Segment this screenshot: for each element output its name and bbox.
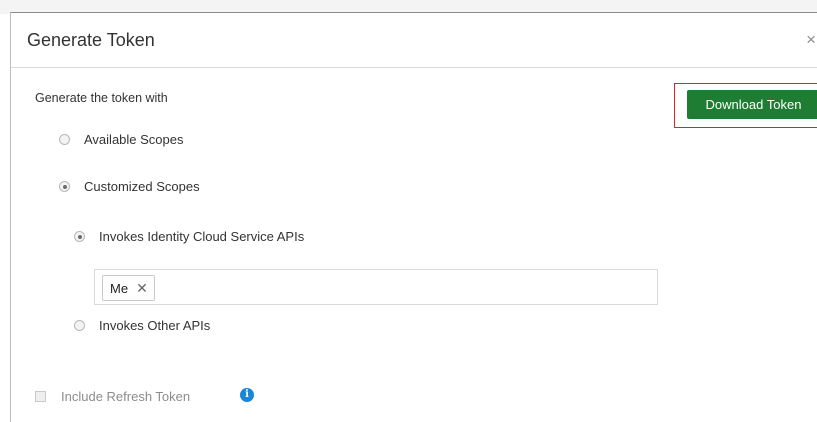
other-apis-radio[interactable]	[74, 320, 85, 331]
download-token-highlight: Download Token	[674, 83, 817, 128]
available-scopes-option[interactable]: Available Scopes	[59, 132, 184, 147]
dialog-header: Generate Token ×	[11, 13, 817, 68]
generate-with-label: Generate the token with	[35, 91, 168, 105]
customized-scopes-radio[interactable]	[59, 181, 70, 192]
scope-tag-input[interactable]: Me ✕	[94, 269, 658, 305]
include-refresh-token-option[interactable]: Include Refresh Token	[35, 389, 190, 404]
available-scopes-radio[interactable]	[59, 134, 70, 145]
identity-cloud-apis-radio[interactable]	[74, 231, 85, 242]
info-icon[interactable]: i	[240, 388, 254, 402]
remove-tag-icon[interactable]: ✕	[136, 280, 148, 297]
download-token-button[interactable]: Download Token	[687, 90, 817, 119]
include-refresh-token-checkbox[interactable]	[35, 391, 46, 402]
customized-scopes-option[interactable]: Customized Scopes	[59, 179, 200, 194]
generate-token-dialog: Generate Token × Generate the token with…	[10, 12, 817, 422]
identity-cloud-apis-label: Invokes Identity Cloud Service APIs	[99, 229, 305, 244]
other-apis-option[interactable]: Invokes Other APIs	[74, 318, 210, 333]
include-refresh-token-label: Include Refresh Token	[61, 389, 191, 404]
identity-cloud-apis-option[interactable]: Invokes Identity Cloud Service APIs	[74, 229, 304, 244]
customized-scopes-label: Customized Scopes	[84, 179, 200, 194]
scope-tag-label: Me	[110, 280, 129, 296]
scope-tag: Me ✕	[102, 275, 155, 301]
close-icon[interactable]: ×	[806, 31, 816, 48]
available-scopes-label: Available Scopes	[84, 132, 184, 147]
other-apis-label: Invokes Other APIs	[99, 318, 211, 333]
dialog-title: Generate Token	[27, 30, 155, 50]
